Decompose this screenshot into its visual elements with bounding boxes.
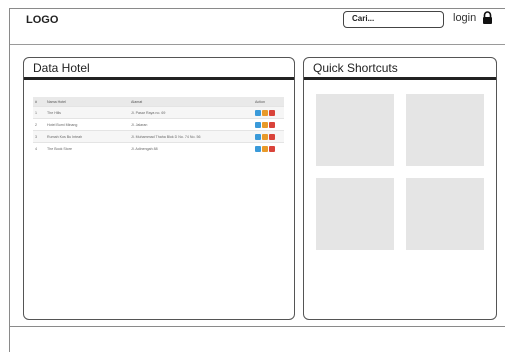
table-cell: 2 — [33, 118, 45, 131]
login-link[interactable]: login — [453, 12, 476, 24]
table-row: 3 Rumah Kos Bu Inteah Jl. Muhammad Thaha… — [33, 130, 284, 143]
view-button[interactable] — [255, 121, 261, 128]
logo[interactable]: LOGO — [26, 14, 58, 26]
lock-icon[interactable] — [482, 11, 493, 24]
data-hotel-panel: Data Hotel # Nama Hotel Alamat Action 1 … — [23, 57, 295, 320]
edit-button[interactable] — [262, 145, 268, 152]
table-cell: The Hills — [45, 106, 129, 119]
table-row: 4 The Book Store Jl. Adinengah 88 — [33, 142, 284, 154]
row-actions — [253, 130, 284, 143]
row-actions — [253, 118, 284, 131]
table-cell: Hotel Bumi Minang — [45, 118, 129, 131]
quick-shortcuts-panel: Quick Shortcuts — [303, 57, 497, 320]
table-cell: Jl. Muhammad Thaha Blok D No. 74 No. 56 — [129, 130, 253, 143]
hotel-table: # Nama Hotel Alamat Action 1 The Hills J… — [33, 97, 284, 154]
row-actions — [253, 142, 284, 154]
table-cell: Rumah Kos Bu Inteah — [45, 130, 129, 143]
table-cell: The Book Store — [45, 142, 129, 154]
shortcut-tile[interactable] — [406, 94, 484, 166]
column-header: Nama Hotel — [45, 97, 129, 107]
table-cell: Jl. Jalaran — [129, 118, 253, 131]
column-header: Action — [253, 97, 284, 107]
table-header-row: # Nama Hotel Alamat Action — [33, 97, 284, 107]
table-cell: Jl. Adinengah 88 — [129, 142, 253, 154]
view-button[interactable] — [255, 133, 261, 140]
edit-button[interactable] — [262, 109, 268, 116]
view-button[interactable] — [255, 109, 261, 116]
table-cell: 3 — [33, 130, 45, 143]
edit-button[interactable] — [262, 121, 268, 128]
panel-divider — [304, 77, 496, 80]
view-button[interactable] — [255, 145, 261, 152]
panel-divider — [24, 77, 294, 80]
table-row: 1 The Hills Jl. Pasar Raya no. 69 — [33, 106, 284, 119]
shortcut-tile[interactable] — [316, 94, 394, 166]
delete-button[interactable] — [269, 145, 275, 152]
shortcut-tile[interactable] — [406, 178, 484, 250]
table-cell: 1 — [33, 106, 45, 119]
delete-button[interactable] — [269, 121, 275, 128]
search-input[interactable]: Cari... — [343, 11, 444, 28]
edit-button[interactable] — [262, 133, 268, 140]
table-cell: 4 — [33, 142, 45, 154]
panel-title: Quick Shortcuts — [313, 61, 398, 75]
table-row: 2 Hotel Bumi Minang Jl. Jalaran — [33, 118, 284, 131]
delete-button[interactable] — [269, 109, 275, 116]
table-cell: Jl. Pasar Raya no. 69 — [129, 106, 253, 119]
row-actions — [253, 106, 284, 119]
footer-divider — [10, 326, 505, 327]
panel-title: Data Hotel — [33, 61, 90, 75]
shortcut-tile[interactable] — [316, 178, 394, 250]
column-header: # — [33, 97, 45, 107]
column-header: Alamat — [129, 97, 253, 107]
delete-button[interactable] — [269, 133, 275, 140]
